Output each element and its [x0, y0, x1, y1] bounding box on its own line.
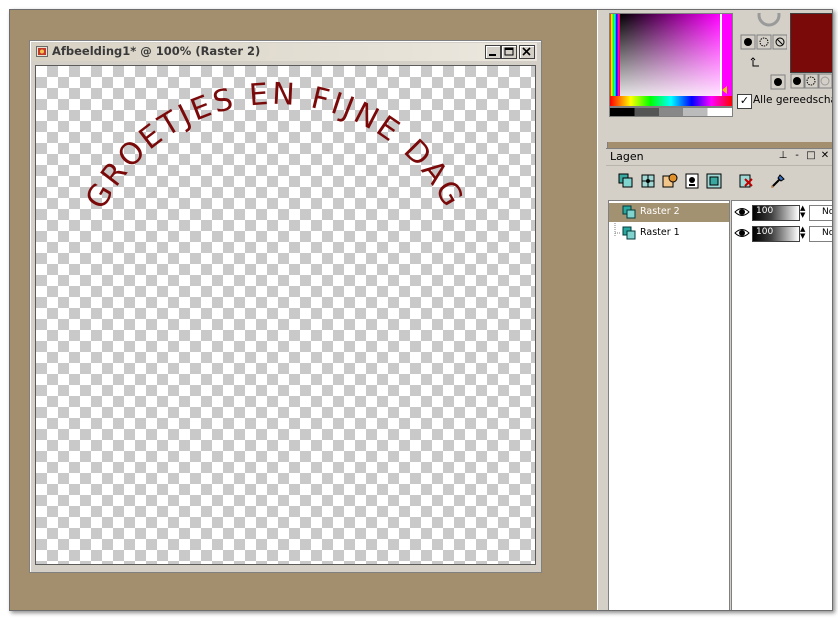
layer-name: Raster 2 — [640, 206, 680, 217]
arched-text: GROETJES EN FIJNE DAG — [79, 77, 471, 215]
grayscale-swatches[interactable] — [609, 107, 733, 117]
edit-layer-brush-icon[interactable] — [769, 172, 787, 190]
layers-palette-header[interactable]: Lagen ⊥ - □ ✕ — [606, 149, 832, 166]
minimize-button[interactable] — [485, 45, 501, 59]
layer-name: Raster 1 — [640, 227, 680, 238]
raster-layer-icon — [622, 226, 636, 240]
raster-layer-icon — [622, 205, 636, 219]
blend-mode-select[interactable]: No — [809, 226, 832, 242]
opacity-slider[interactable]: 100 — [752, 226, 800, 242]
opacity-value: 100 — [756, 227, 774, 237]
svg-text:GROETJES EN FIJNE DAG: GROETJES EN FIJNE DAG — [79, 77, 471, 215]
maximize-button[interactable] — [501, 45, 517, 59]
material-buttons — [737, 10, 788, 91]
all-tools-label: Alle gereedschap — [753, 94, 832, 106]
layer-props-row: 100 ▲▼ No — [732, 203, 832, 222]
material-style-icons — [790, 73, 832, 89]
visibility-eye-icon[interactable] — [734, 206, 750, 218]
layer-group-icon[interactable] — [705, 172, 723, 190]
opacity-slider[interactable]: 100 — [752, 205, 800, 221]
delete-layer-icon[interactable] — [737, 172, 755, 190]
foreground-color-swatch[interactable] — [790, 13, 832, 73]
materials-palette: ✓ Alle gereedschap — [606, 10, 832, 142]
palette-close-button[interactable]: ✕ — [820, 151, 830, 161]
close-icon — [522, 47, 531, 56]
all-tools-checkbox[interactable]: ✓ — [737, 94, 752, 109]
spectrum-gradient — [610, 14, 732, 106]
layers-list: Raster 2 Raster 1 — [608, 200, 730, 610]
color-spectrum[interactable] — [609, 13, 733, 107]
new-vector-layer-icon[interactable] — [639, 172, 657, 190]
document-icon — [36, 46, 48, 57]
minimize-icon — [489, 54, 496, 56]
blend-mode-value: No — [822, 228, 832, 238]
opacity-value: 100 — [756, 206, 774, 216]
opacity-spinner[interactable]: ▲ ▼ — [800, 226, 807, 240]
maximize-icon — [504, 47, 514, 56]
background-material-buttons[interactable] — [790, 72, 832, 90]
material-buttons-art — [740, 10, 788, 90]
new-adjustment-layer-icon[interactable] — [661, 172, 679, 190]
visibility-eye-icon[interactable] — [734, 227, 750, 239]
opacity-spinner[interactable]: ▲ ▼ — [800, 205, 807, 219]
blend-mode-select[interactable]: No — [809, 205, 832, 221]
new-mask-layer-icon[interactable] — [683, 172, 701, 190]
blend-mode-value: No — [822, 207, 832, 217]
layers-toolbar — [606, 167, 832, 195]
layer-row-raster-2[interactable]: Raster 2 — [609, 203, 729, 222]
layers-palette-title: Lagen — [610, 150, 644, 163]
image-window[interactable]: Afbeelding1* @ 100% (Raster 2) GROETJES … — [29, 40, 542, 573]
arched-text-path: GROETJES EN FIJNE DAG — [79, 77, 468, 215]
palette-minimize-button[interactable]: - — [792, 151, 802, 161]
image-canvas[interactable]: GROETJES EN FIJNE DAG — [35, 65, 536, 565]
layer-properties-column: 100 ▲▼ No 100 ▲▼ No — [731, 200, 832, 610]
close-button[interactable] — [519, 45, 535, 59]
image-window-title: Afbeelding1* @ 100% (Raster 2) — [52, 44, 261, 58]
pin-button[interactable]: ⊥ — [778, 151, 788, 161]
image-window-titlebar[interactable]: Afbeelding1* @ 100% (Raster 2) — [32, 43, 537, 61]
new-raster-layer-icon[interactable] — [617, 172, 635, 190]
layer-props-row: 100 ▲▼ No — [732, 224, 832, 243]
layer-row-raster-1[interactable]: Raster 1 — [609, 224, 729, 243]
layers-palette: Lagen ⊥ - □ ✕ Raster 2 Raster 1 100 ▲ ▼ … — [606, 148, 832, 610]
palette-maximize-button[interactable]: □ — [806, 151, 816, 161]
paint-shop-workspace: Afbeelding1* @ 100% (Raster 2) GROETJES … — [9, 9, 833, 611]
